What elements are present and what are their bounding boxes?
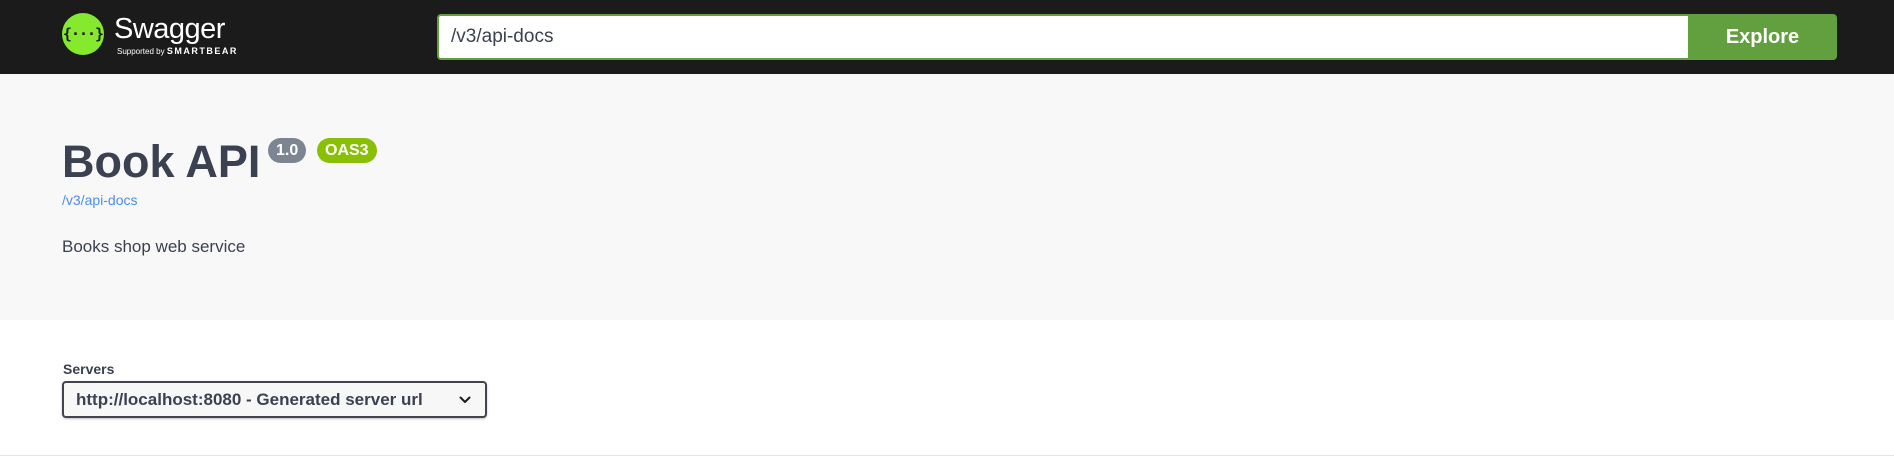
logo-title: Swagger	[114, 13, 225, 45]
chevron-down-icon	[457, 392, 473, 408]
section-divider	[0, 455, 1894, 456]
info-section: Book API 1.0 OAS3 /v3/api-docs Books sho…	[0, 74, 1894, 320]
explore-button[interactable]: Explore	[1688, 14, 1837, 60]
api-description: Books shop web service	[62, 237, 246, 256]
swagger-logo[interactable]: {···} Swagger Supported by SMARTBEAR	[62, 13, 238, 61]
logo-text: Swagger Supported by SMARTBEAR	[114, 13, 238, 58]
version-badge: 1.0	[268, 138, 307, 163]
api-title: Book API	[62, 136, 261, 187]
logo-sub-brand: SMARTBEAR	[166, 46, 238, 56]
spec-url-input[interactable]	[437, 14, 1688, 60]
oas-badge: OAS3	[317, 138, 377, 163]
servers-label: Servers	[63, 361, 115, 377]
logo-subtitle: Supported by SMARTBEAR	[117, 45, 238, 58]
servers-selected-value: http://localhost:8080 - Generated server…	[76, 389, 423, 409]
spec-url-link[interactable]: /v3/api-docs	[62, 192, 137, 208]
servers-select[interactable]: http://localhost:8080 - Generated server…	[62, 381, 487, 418]
swagger-logo-icon: {···}	[62, 13, 104, 55]
logo-sub-prefix: Supported by	[117, 47, 165, 56]
topbar: {···} Swagger Supported by SMARTBEAR Exp…	[0, 0, 1894, 74]
